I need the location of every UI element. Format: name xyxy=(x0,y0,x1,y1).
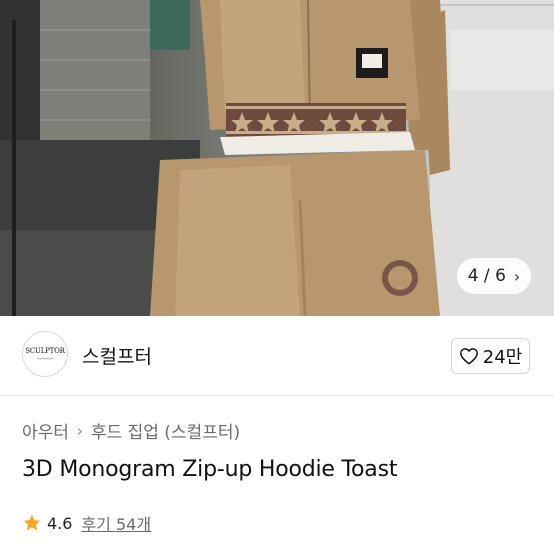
image-counter-separator: / xyxy=(483,266,490,286)
breadcrumb-item-outer[interactable]: 아우터 xyxy=(22,418,69,443)
product-image[interactable]: 4 / 6 › xyxy=(0,0,554,316)
like-button[interactable]: 24만 xyxy=(451,338,530,374)
image-counter[interactable]: 4 / 6 › xyxy=(457,258,531,294)
rating-score: 4.6 xyxy=(47,513,73,533)
like-count: 24만 xyxy=(482,347,523,368)
brand-logo[interactable]: SCULPTOR ━━━━━━━━━━ xyxy=(22,331,68,377)
image-counter-current: 4 xyxy=(467,266,479,286)
breadcrumb: 아우터 › 후드 집업 (스컬프터) xyxy=(22,418,240,444)
chevron-right-icon: › xyxy=(76,421,83,440)
rating-summary: 4.6 후기 54개 xyxy=(22,511,151,535)
image-counter-total: 6 xyxy=(495,266,506,286)
brand-row: SCULPTOR ━━━━━━━━━━ 스컬프터 24만 xyxy=(0,316,554,396)
chevron-right-icon: › xyxy=(513,266,521,286)
brand-name[interactable]: 스컬프터 xyxy=(82,342,152,369)
heart-outline-icon xyxy=(459,348,478,365)
brand-logo-underline: ━━━━━━━━━━ xyxy=(36,357,54,361)
breadcrumb-item-hood-zipup[interactable]: 후드 집업 (스컬프터) xyxy=(91,418,240,443)
star-icon xyxy=(23,514,41,531)
review-count-link[interactable]: 후기 54개 xyxy=(81,511,151,535)
brand-logo-text: SCULPTOR xyxy=(25,347,65,355)
product-title: 3D Monogram Zip-up Hoodie Toast xyxy=(22,457,398,482)
